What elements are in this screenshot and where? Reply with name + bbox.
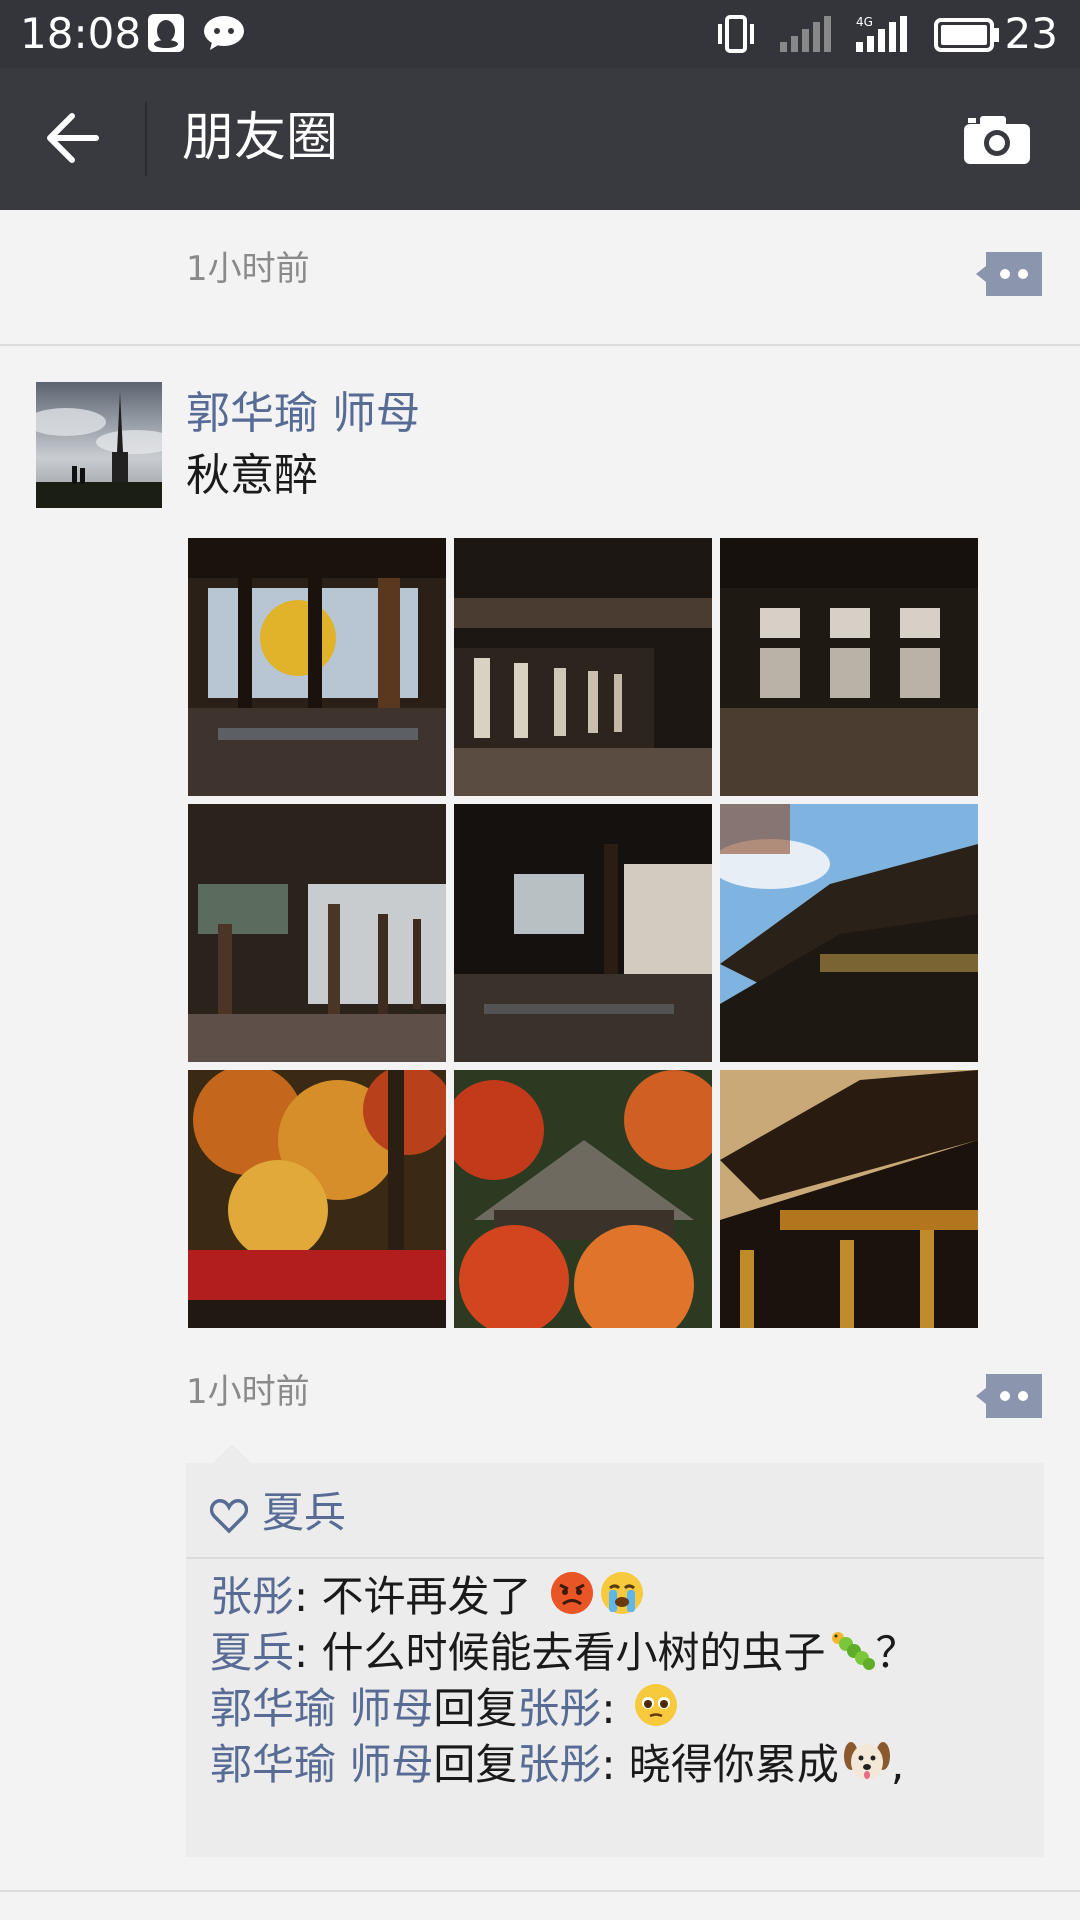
comment-author[interactable]: 郭华瑜 师母 [210,1740,433,1789]
signal-4g-icon: 4G [854,14,914,58]
comment-actions-icon [976,252,1042,296]
comment-item[interactable]: 张彤: 不许再发了 [210,1569,645,1630]
photo-temple-hall-window-yellow-tree[interactable] [188,538,446,796]
comment-item[interactable]: 郭华瑜 师母回复张彤: [210,1681,679,1742]
photo-pagoda-roof-blue-sky[interactable] [720,804,978,1062]
battery-icon [934,18,1000,56]
dog-face-icon [843,1738,891,1798]
photo-autumn-maple-trees[interactable] [188,1070,446,1328]
reply-to-name[interactable]: 张彤 [517,1684,601,1733]
likes-separator [186,1557,1044,1559]
reply-word: 回复 [433,1740,518,1789]
photo-temple-long-hallway[interactable] [454,804,712,1062]
status-time: 18:08 [20,9,142,58]
battery-level: 23 [1004,9,1058,58]
reply-word: 回复 [433,1684,518,1733]
liker-name[interactable]: 夏兵 [262,1488,346,1537]
previous-moment-actions-button[interactable] [976,252,1042,296]
likes-row: 夏兵 [209,1483,346,1543]
camera-icon [964,116,1030,164]
pleading-face-icon [633,1682,679,1742]
comment-item[interactable]: 夏兵: 什么时候能去看小树的虫子 ？ [210,1625,918,1686]
nav-bar: 朋友圈 [0,68,1080,210]
comment-actions-icon [976,1374,1042,1418]
comment-text: : 不许再发了 [294,1572,532,1621]
status-bar: 18:08 4G 23 [0,0,1080,68]
comment-text: : [601,1684,629,1733]
comment-author[interactable]: 郭华瑜 师母 [210,1684,433,1733]
comment-text: : 什么时候能去看小树的虫子 [294,1628,826,1677]
comment-suffix: ？ [875,1628,918,1677]
page-title: 朋友圈 [182,108,339,168]
nav-divider [145,102,147,176]
comment-item[interactable]: 郭华瑜 师母回复张彤: 晓得你累成 , [210,1737,904,1798]
author-avatar[interactable] [36,382,162,508]
previous-moment-time: 1小时前 [186,249,310,289]
svg-text:4G: 4G [856,15,873,29]
heart-icon [209,1498,249,1533]
comments-box: 夏兵 张彤: 不许再发了 夏兵: 什么时候能去看小树的虫子 ？ 郭华瑜 师母回复… [186,1463,1044,1857]
back-arrow-icon [47,113,99,163]
crying-face-icon [599,1570,645,1630]
photo-temple-hall-lattice-windows[interactable] [720,538,978,796]
photo-grid [188,538,979,1328]
photo-temple-veranda-pillars[interactable] [188,804,446,1062]
vibrate-icon [716,14,756,58]
comments-pointer [212,1444,252,1464]
moment-separator [0,1890,1080,1892]
moment-separator [0,344,1080,346]
photo-temple-roof-red-maples[interactable] [454,1070,712,1328]
reply-to-name[interactable]: 张彤 [517,1740,601,1789]
qq-notification-icon [148,14,184,56]
signal-sim1-icon [778,14,832,58]
comment-suffix: , [890,1740,905,1789]
wechat-notification-icon [202,14,246,56]
post-actions-button[interactable] [976,1374,1042,1418]
post-text: 秋意醉 [186,450,318,501]
author-name[interactable]: 郭华瑜 师母 [186,386,420,442]
photo-temple-corridor-dark[interactable] [454,538,712,796]
angry-face-icon [549,1570,595,1630]
caterpillar-icon [830,1626,876,1686]
comment-author[interactable]: 夏兵 [210,1628,294,1677]
back-button[interactable] [42,108,102,168]
photo-temple-eaves-sunset[interactable] [720,1070,978,1328]
comment-text: : 晓得你累成 [601,1740,839,1789]
camera-button[interactable] [962,114,1032,166]
comment-author[interactable]: 张彤 [210,1572,294,1621]
post-time: 1小时前 [186,1372,310,1412]
